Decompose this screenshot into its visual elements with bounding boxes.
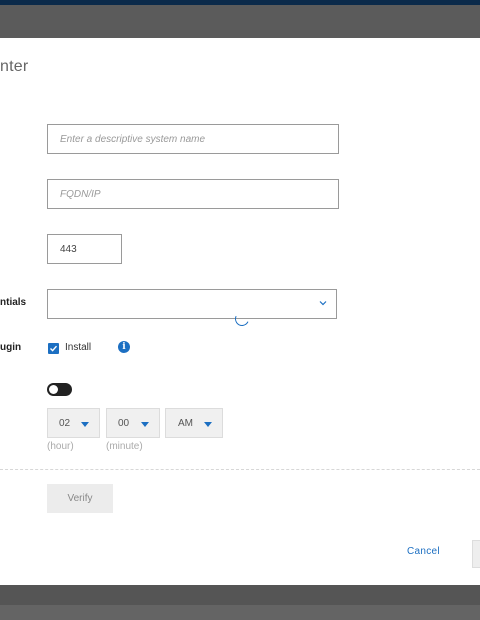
credentials-select[interactable]	[47, 289, 337, 319]
verify-button[interactable]: Verify	[47, 484, 113, 513]
dropdown-arrow-icon	[204, 422, 212, 427]
dialog-title: nter	[0, 58, 29, 75]
hour-value: 02	[59, 418, 71, 429]
section-divider	[0, 469, 480, 470]
modal-overlay-bottom	[0, 585, 480, 605]
primary-action-button[interactable]	[472, 540, 480, 568]
port-input[interactable]	[48, 235, 121, 263]
info-icon[interactable]: i	[118, 341, 130, 353]
hour-dropdown[interactable]: 02	[47, 408, 100, 438]
dropdown-arrow-icon	[141, 422, 149, 427]
checkmark-icon	[50, 345, 58, 352]
fqdn-field[interactable]	[47, 179, 339, 209]
minute-caption: (minute)	[106, 441, 143, 452]
port-field[interactable]	[47, 234, 122, 264]
ampm-dropdown[interactable]: AM	[165, 408, 223, 438]
modal-overlay-top	[0, 5, 480, 38]
system-name-input[interactable]	[48, 125, 338, 153]
ampm-value: AM	[178, 418, 193, 429]
dropdown-arrow-icon	[81, 422, 89, 427]
system-name-field[interactable]	[47, 124, 339, 154]
plugin-label: ugin	[0, 342, 22, 353]
schedule-toggle[interactable]	[47, 383, 72, 396]
fqdn-input[interactable]	[48, 180, 338, 208]
cancel-button[interactable]: Cancel	[407, 546, 440, 557]
hour-caption: (hour)	[47, 441, 74, 452]
install-plugin-checkbox[interactable]	[48, 343, 59, 354]
minute-dropdown[interactable]: 00	[106, 408, 160, 438]
minute-value: 00	[118, 418, 130, 429]
modal-overlay-footer	[0, 605, 480, 620]
add-system-dialog: nter ntials ugin Install i 02 00 AM (hou…	[0, 38, 480, 585]
toggle-knob	[49, 385, 58, 394]
chevron-down-icon	[319, 301, 327, 306]
credentials-label: ntials	[0, 297, 27, 308]
install-label: Install	[65, 342, 92, 353]
